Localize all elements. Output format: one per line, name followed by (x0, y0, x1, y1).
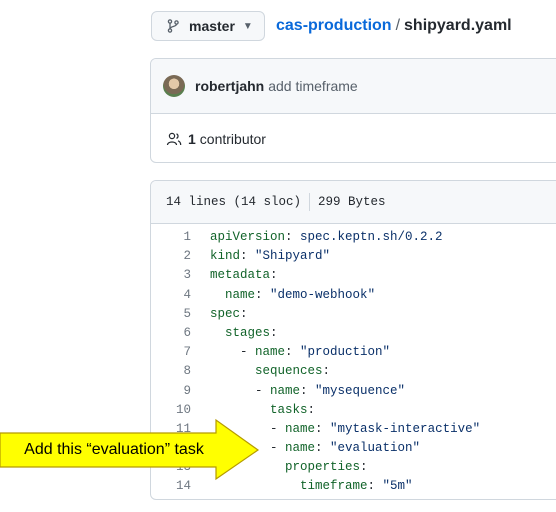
line-number[interactable]: 9 (151, 382, 210, 401)
yaml-separator: : (315, 441, 331, 456)
repo-link[interactable]: cas-production (276, 17, 392, 34)
line-number[interactable]: 1 (151, 228, 210, 247)
line-number[interactable]: 5 (151, 305, 210, 324)
yaml-value: "Shipyard" (255, 249, 331, 264)
yaml-separator: : (285, 345, 301, 360)
callout-text: Add this “evaluation” task (24, 441, 204, 458)
breadcrumb-separator: / (395, 17, 401, 34)
line-indent: - (210, 345, 256, 360)
yaml-separator: : (285, 230, 301, 244)
yaml-key: tasks (270, 402, 308, 417)
yaml-key: properties (285, 460, 361, 475)
file-name: shipyard.yaml (404, 17, 512, 34)
line-text: apiVersion: spec.keptn.sh/0.2.2 (210, 228, 443, 247)
latest-commit-box: robertjahn add timeframe 1 contributor (150, 58, 556, 163)
line-text: name: "demo-webhook" (210, 286, 375, 305)
yaml-value: "production" (300, 345, 391, 360)
yaml-key: metadata (210, 268, 271, 283)
commit-message-link[interactable]: add timeframe (268, 78, 357, 94)
yaml-key: sequences (255, 364, 323, 379)
code-line: 2 kind: "Shipyard" (151, 247, 556, 266)
yaml-separator: : (300, 383, 316, 398)
contributors-row[interactable]: 1 contributor (151, 114, 556, 162)
contributor-count: 1 (188, 131, 196, 147)
chevron-down-icon: ▼ (242, 20, 253, 32)
yaml-value: "demo-webhook" (270, 287, 376, 302)
avatar[interactable] (163, 75, 185, 97)
line-text: kind: "Shipyard" (210, 247, 330, 266)
code-line: 3 metadata: (151, 266, 556, 285)
line-text: stages: (210, 324, 278, 343)
yaml-separator: : (360, 460, 368, 475)
branch-name: master (189, 18, 235, 34)
line-text: - name: "mysequence" (210, 382, 405, 401)
yaml-key: name (285, 421, 316, 436)
line-number[interactable]: 6 (151, 324, 210, 343)
people-icon (166, 132, 182, 146)
code-line: 7 - name: "production" (151, 343, 556, 362)
yaml-separator: : (270, 268, 278, 283)
yaml-key: name (285, 441, 316, 456)
breadcrumb: cas-production / shipyard.yaml (276, 17, 512, 35)
yaml-value: "mysequence" (315, 383, 406, 398)
code-line: 4 name: "demo-webhook" (151, 286, 556, 305)
code-line: 1 apiVersion: spec.keptn.sh/0.2.2 (151, 228, 556, 247)
contributor-label: contributor (199, 131, 266, 147)
yaml-separator: : (322, 364, 331, 379)
file-size: 299 Bytes (318, 195, 386, 209)
yaml-separator: : (240, 249, 256, 264)
yaml-key: stages (225, 325, 271, 340)
line-text: spec: (210, 305, 248, 324)
yaml-separator: : (307, 402, 316, 417)
code-line: 6 stages: (151, 324, 556, 343)
line-number[interactable]: 7 (151, 343, 210, 362)
commit-author-link[interactable]: robertjahn (195, 78, 264, 94)
code-line: 5 spec: (151, 305, 556, 324)
line-text: - name: "production" (210, 343, 390, 362)
commit-row: robertjahn add timeframe (151, 59, 556, 114)
code-line: 9 - name: "mysequence" (151, 382, 556, 401)
yaml-separator: : (270, 325, 278, 340)
yaml-key: timeframe (300, 479, 368, 494)
yaml-value: "5m" (382, 479, 413, 494)
yaml-value: "mytask-interactive" (330, 421, 481, 436)
yaml-value: "evaluation" (330, 441, 421, 456)
line-count: 14 lines (14 sloc) (166, 195, 302, 209)
yaml-key: name (270, 383, 301, 398)
line-number[interactable]: 3 (151, 266, 210, 285)
yaml-separator: : (367, 479, 383, 494)
file-info-divider (309, 193, 311, 211)
line-number[interactable]: 2 (151, 247, 210, 266)
line-text: sequences: (210, 362, 330, 381)
yaml-key: name (225, 287, 256, 302)
yaml-key: spec (210, 306, 241, 321)
yaml-separator: : (255, 287, 271, 302)
line-text: metadata: (210, 266, 278, 285)
annotation-callout: Add this “evaluation” task (0, 416, 260, 482)
branch-selector-button[interactable]: master ▼ (151, 11, 265, 41)
yaml-value: spec.keptn.sh/0.2.2 (300, 230, 443, 244)
line-indent: - (210, 383, 271, 398)
line-number[interactable]: 4 (151, 286, 210, 305)
code-line: 8 sequences: (151, 362, 556, 381)
yaml-key: apiVersion (210, 230, 286, 244)
line-number[interactable]: 8 (151, 362, 210, 381)
git-branch-icon (167, 19, 179, 33)
yaml-separator: : (240, 306, 248, 321)
file-info-bar: 14 lines (14 sloc) 299 Bytes (151, 181, 556, 224)
yaml-separator: : (315, 421, 331, 436)
yaml-key: name (255, 345, 286, 360)
yaml-key: kind (210, 249, 241, 264)
